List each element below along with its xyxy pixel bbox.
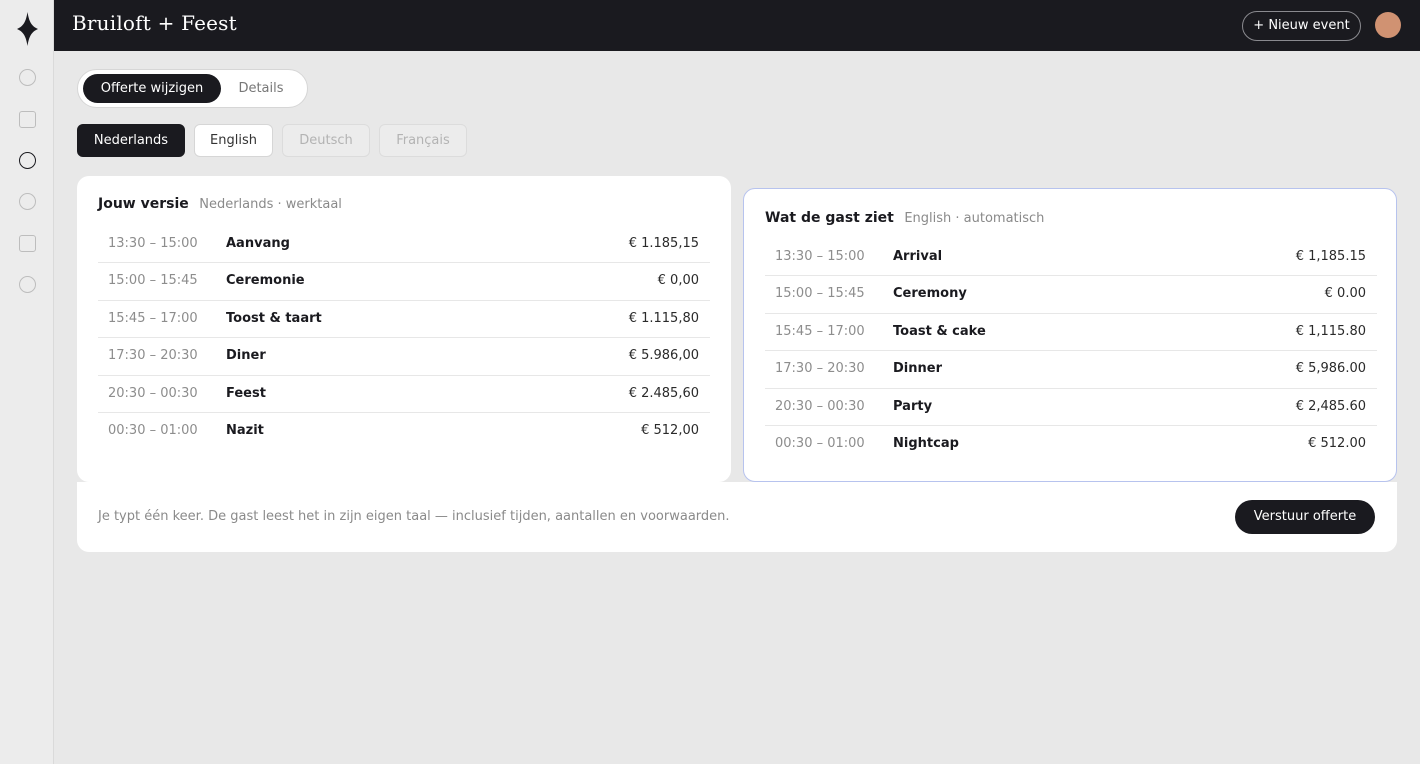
program-row[interactable]: 17:30 – 20:30 Diner € 5.986,00 [98, 338, 710, 376]
row-price: € 2.485,60 [628, 385, 699, 401]
row-price: € 2,485.60 [1295, 398, 1366, 414]
row-price: € 5.986,00 [628, 348, 699, 364]
row-time: 15:00 – 15:45 [775, 286, 865, 302]
row-price: € 1.115,80 [628, 310, 699, 326]
footer-bar: Je typt één keer. De gast leest het in z… [77, 482, 1397, 552]
card-header: Jouw versie Nederlands · werktaal [98, 196, 342, 212]
footer-note: Je typt één keer. De gast leest het in z… [98, 509, 730, 524]
program-row[interactable]: 20:30 – 00:30 Feest € 2.485,60 [98, 376, 710, 413]
program-row[interactable]: 15:00 – 15:45 Ceremonie € 0,00 [98, 263, 710, 301]
row-time: 15:45 – 17:00 [775, 323, 865, 339]
top-bar: Bruiloft + Feest + Nieuw event [54, 0, 1420, 51]
app-title: Bruiloft + Feest [72, 11, 237, 35]
nav-circle-active-icon[interactable] [19, 152, 36, 169]
row-price: € 1,115.80 [1295, 323, 1366, 339]
row-time: 20:30 – 00:30 [775, 398, 865, 414]
row-name: Arrival [893, 249, 943, 264]
program-row[interactable]: 15:45 – 17:00 Toost & taart € 1.115,80 [98, 301, 710, 339]
row-time: 17:30 – 20:30 [775, 361, 865, 377]
card-title: Wat de gast ziet [765, 210, 894, 226]
row-name: Nightcap [893, 435, 959, 451]
mode-toggle: Offerte wijzigen Details [77, 69, 308, 108]
row-time: 17:30 – 20:30 [108, 348, 198, 364]
row-name: Ceremony [893, 286, 967, 302]
diamond-logo-icon [17, 12, 38, 46]
program-list: 13:30 – 15:00 Arrival € 1,185.15 15:00 –… [765, 239, 1377, 463]
row-name: Nazit [226, 422, 264, 438]
program-row: 17:30 – 20:30 Dinner € 5,986.00 [765, 351, 1377, 389]
nav-square-icon[interactable] [19, 111, 36, 128]
program-list: 13:30 – 15:00 Aanvang € 1.185,15 15:00 –… [98, 226, 710, 450]
row-name: Aanvang [226, 236, 290, 251]
mode-details-button[interactable]: Details [221, 74, 301, 103]
lang-tab-francais[interactable]: Français [379, 124, 467, 157]
avatar[interactable] [1375, 12, 1401, 38]
card-title: Jouw versie [98, 196, 189, 212]
row-price: € 512.00 [1308, 435, 1366, 451]
row-name: Dinner [893, 361, 942, 377]
card-subtitle: Nederlands · werktaal [199, 197, 342, 212]
row-time: 00:30 – 01:00 [108, 422, 198, 438]
nav-circle-icon[interactable] [19, 69, 36, 86]
row-time: 20:30 – 00:30 [108, 385, 198, 401]
program-row: 00:30 – 01:00 Nightcap € 512.00 [765, 426, 1377, 463]
row-price: € 512,00 [641, 422, 699, 438]
row-name: Feest [226, 385, 266, 401]
new-event-button[interactable]: + Nieuw event [1242, 11, 1361, 41]
program-row: 20:30 – 00:30 Party € 2,485.60 [765, 389, 1377, 426]
nav-circle-icon[interactable] [19, 193, 36, 210]
program-row[interactable]: 13:30 – 15:00 Aanvang € 1.185,15 [98, 226, 710, 264]
row-price: € 1,185.15 [1295, 249, 1366, 264]
lang-tab-nederlands[interactable]: Nederlands [77, 124, 185, 157]
nav-circle-icon[interactable] [19, 276, 36, 293]
card-header: Wat de gast ziet English · automatisch [765, 210, 1044, 226]
lang-tab-english[interactable]: English [194, 124, 273, 157]
row-time: 13:30 – 15:00 [775, 249, 865, 264]
row-time: 15:00 – 15:45 [108, 273, 198, 289]
program-row: 13:30 – 15:00 Arrival € 1,185.15 [765, 239, 1377, 277]
guest-view-card: Wat de gast ziet English · automatisch 1… [743, 188, 1397, 482]
row-name: Party [893, 398, 933, 414]
row-name: Ceremonie [226, 273, 305, 289]
program-row: 15:00 – 15:45 Ceremony € 0.00 [765, 276, 1377, 314]
program-row: 15:45 – 17:00 Toast & cake € 1,115.80 [765, 314, 1377, 352]
card-subtitle: English · automatisch [904, 211, 1045, 226]
row-name: Toost & taart [226, 310, 322, 326]
row-name: Diner [226, 348, 266, 364]
row-price: € 0,00 [657, 273, 699, 289]
row-name: Toast & cake [893, 323, 986, 339]
row-time: 00:30 – 01:00 [775, 435, 865, 451]
program-row[interactable]: 00:30 – 01:00 Nazit € 512,00 [98, 413, 710, 450]
sidebar [0, 0, 54, 764]
your-version-card: Jouw versie Nederlands · werktaal 13:30 … [77, 176, 731, 482]
nav-square-icon[interactable] [19, 235, 36, 252]
lang-tab-deutsch[interactable]: Deutsch [282, 124, 370, 157]
mode-edit-quote-button[interactable]: Offerte wijzigen [83, 74, 221, 103]
row-price: € 5,986.00 [1295, 361, 1366, 377]
row-time: 15:45 – 17:00 [108, 310, 198, 326]
row-time: 13:30 – 15:00 [108, 236, 198, 251]
send-quote-button[interactable]: Verstuur offerte [1235, 500, 1375, 534]
row-price: € 0.00 [1324, 286, 1366, 302]
row-price: € 1.185,15 [628, 236, 699, 251]
